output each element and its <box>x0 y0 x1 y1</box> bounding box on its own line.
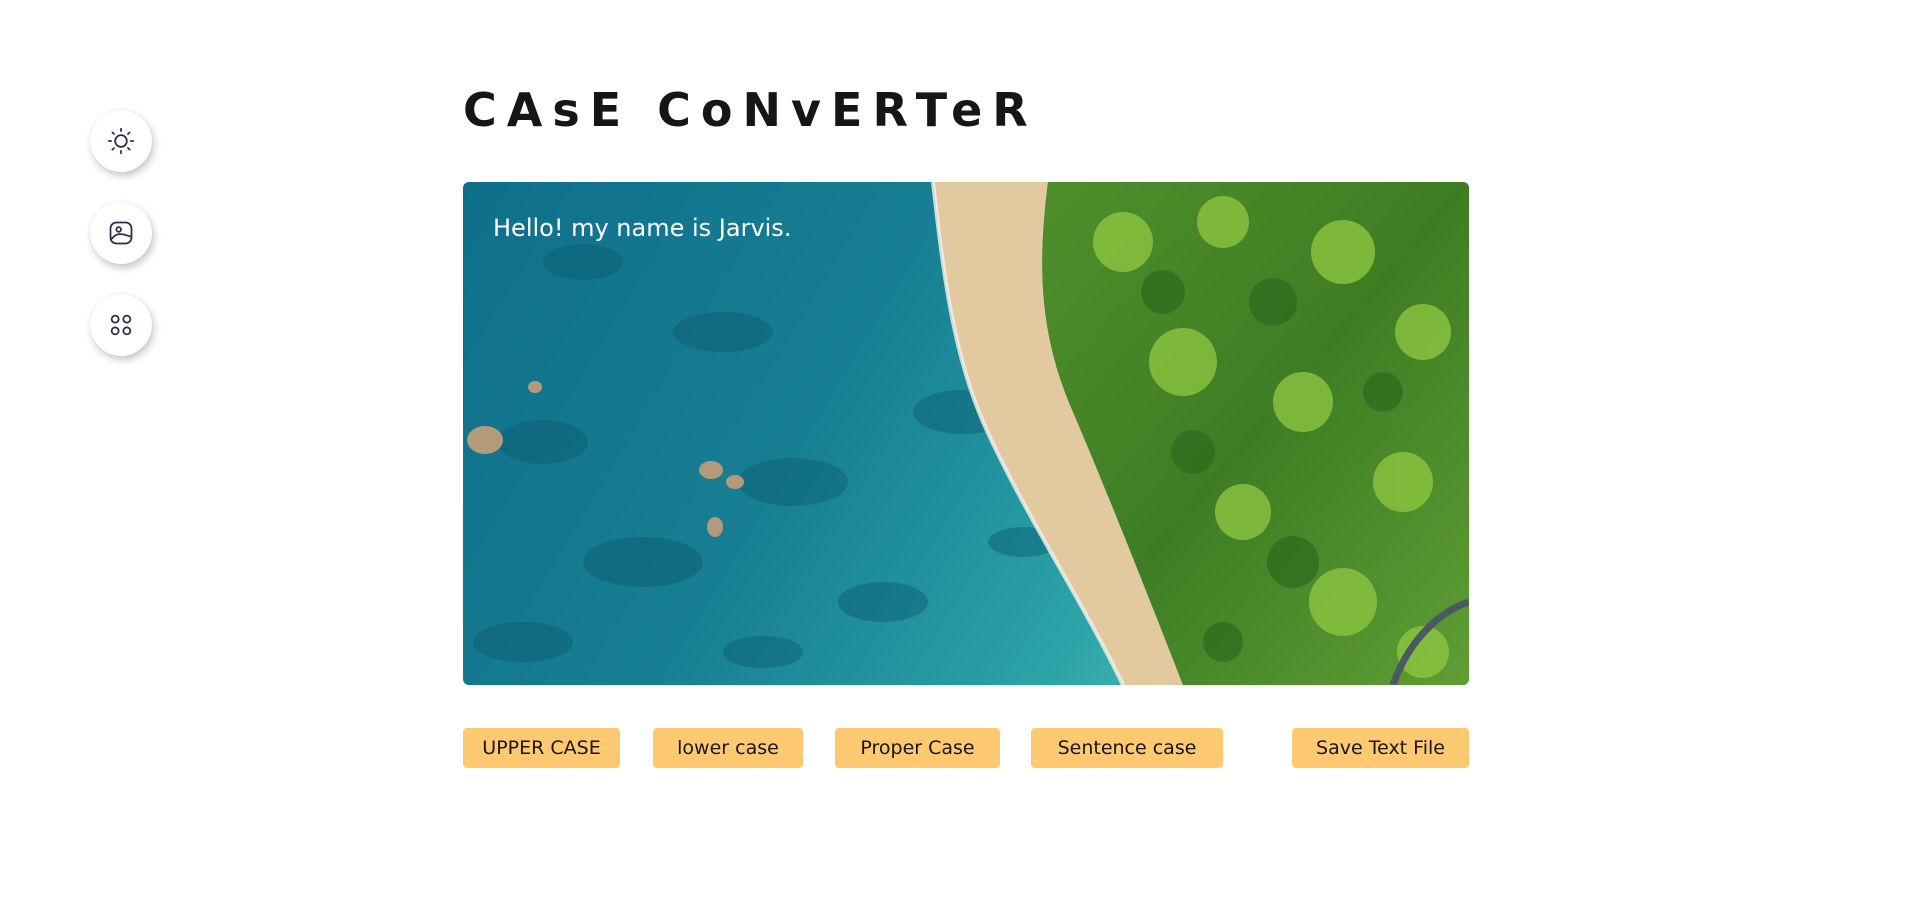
lower-case-button[interactable]: lower case <box>653 728 803 768</box>
text-input-area[interactable]: Hello! my name is Jarvis. <box>463 182 1469 685</box>
save-text-file-button[interactable]: Save Text File <box>1292 728 1469 768</box>
text-editor-panel: Hello! my name is Jarvis. <box>463 182 1469 685</box>
sun-icon <box>107 127 135 155</box>
apps-menu-button[interactable] <box>90 294 152 356</box>
image-icon <box>109 221 133 245</box>
theme-toggle-button[interactable] <box>90 110 152 172</box>
sentence-case-button[interactable]: Sentence case <box>1031 728 1223 768</box>
proper-case-button[interactable]: Proper Case <box>835 728 1000 768</box>
background-image-button[interactable] <box>90 202 152 264</box>
sidebar <box>90 110 152 356</box>
grid-icon <box>110 314 132 336</box>
action-buttons: UPPER CASE lower case Proper Case Senten… <box>463 728 1469 768</box>
upper-case-button[interactable]: UPPER CASE <box>463 728 620 768</box>
page-title: CAsE CoNvERTeR <box>463 83 1038 137</box>
